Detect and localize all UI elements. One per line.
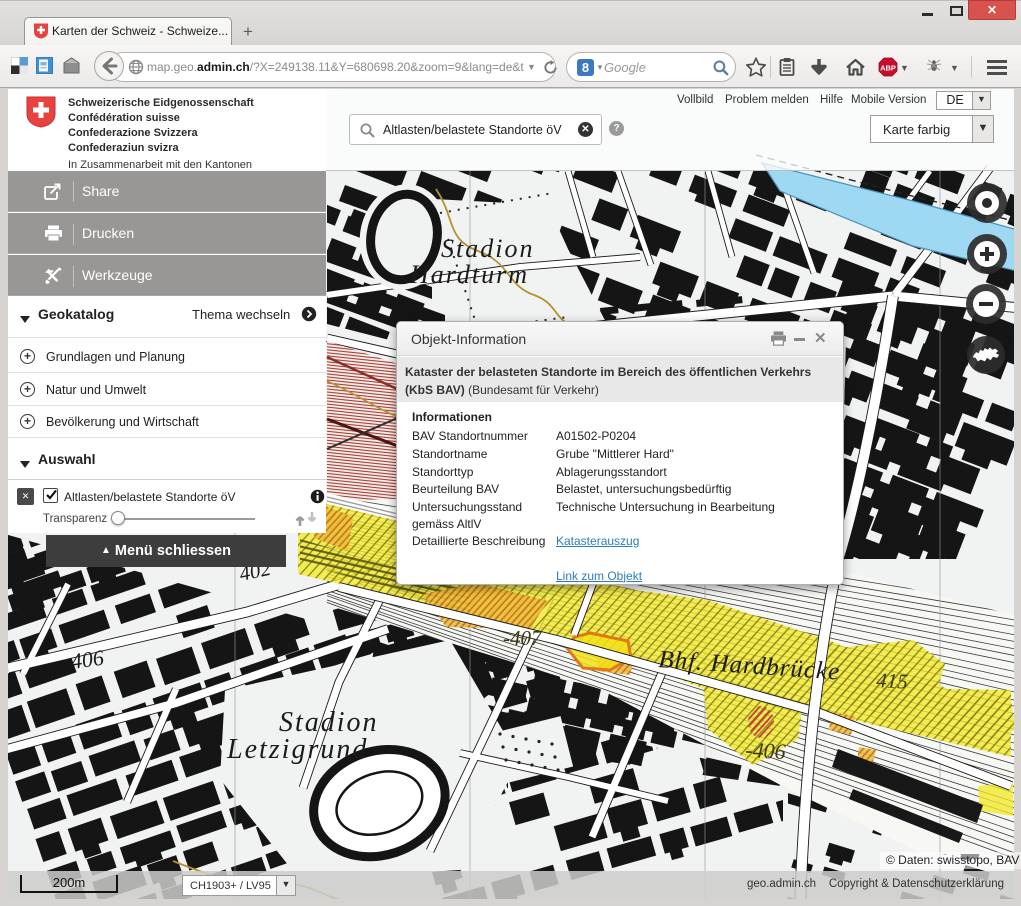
svg-text:Stadion: Stadion xyxy=(441,234,534,263)
svg-text:Letzigrund: Letzigrund xyxy=(226,734,368,765)
svg-text:-407: -407 xyxy=(503,626,543,650)
svg-text:Hardturm: Hardturm xyxy=(409,260,529,289)
svg-text:-406: -406 xyxy=(745,737,787,764)
svg-text:406: 406 xyxy=(69,645,105,674)
svg-text:ABP: ABP xyxy=(880,64,896,73)
svg-text:415: 415 xyxy=(876,668,909,694)
